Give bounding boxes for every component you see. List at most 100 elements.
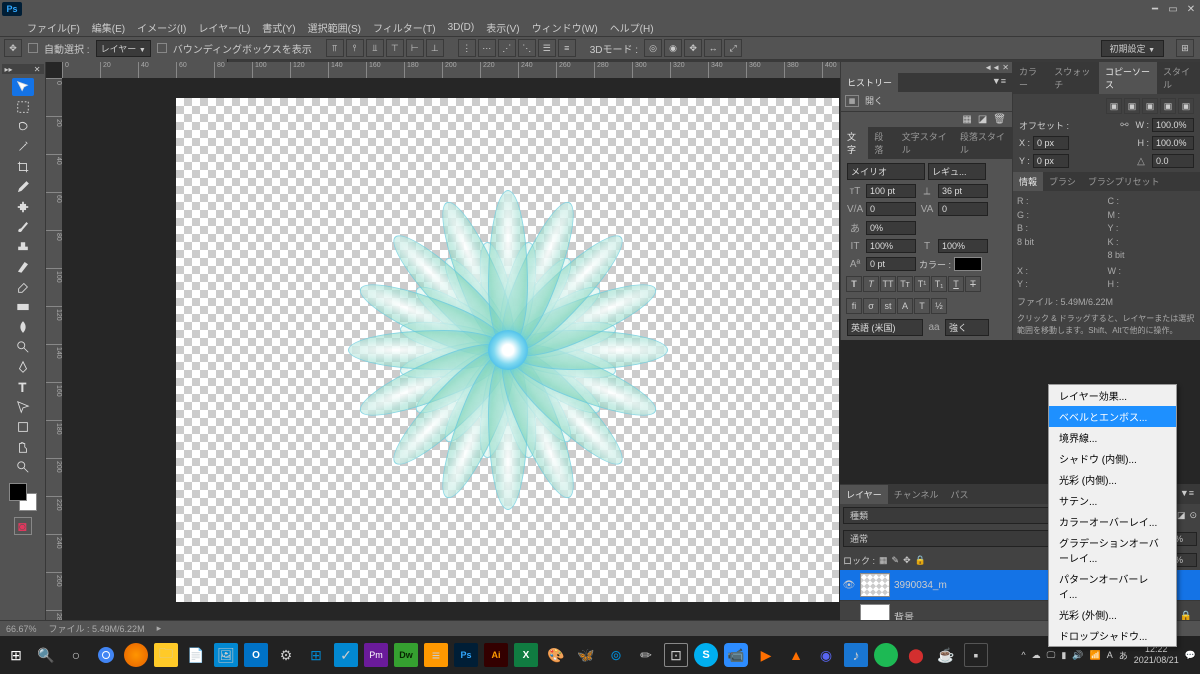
3d-pan-icon[interactable]: ✥ — [684, 39, 702, 57]
font-family[interactable]: メイリオ — [847, 163, 925, 180]
music-icon[interactable]: ♪ — [844, 643, 868, 667]
clone-5-icon[interactable]: ▣ — [1178, 98, 1194, 114]
hand-tool[interactable] — [12, 438, 34, 456]
subscript-button[interactable]: T₁ — [931, 276, 947, 292]
kerning[interactable]: 0 — [866, 202, 916, 216]
auto-select-checkbox[interactable] — [28, 43, 38, 53]
path-tool[interactable] — [12, 398, 34, 416]
canvas[interactable] — [176, 98, 839, 602]
lock-position-icon[interactable]: ✥ — [903, 555, 911, 566]
ctx-outer-glow[interactable]: 光彩 (外側)... — [1049, 604, 1176, 625]
dist-2-icon[interactable]: ⋯ — [478, 39, 496, 57]
baseline-shift[interactable]: 0 pt — [866, 257, 916, 271]
todo-icon[interactable]: ✓ — [334, 643, 358, 667]
menu-3d[interactable]: 3D(D) — [443, 20, 480, 35]
gradient-tool[interactable] — [12, 298, 34, 316]
tray-battery-icon[interactable]: ▮ — [1061, 650, 1066, 661]
ct-button[interactable]: st — [880, 298, 896, 314]
clone-y[interactable]: 0 px — [1033, 154, 1069, 168]
smallcaps-button[interactable]: Tт — [897, 276, 913, 292]
tab-character[interactable]: 文字 — [841, 127, 868, 159]
blur-tool[interactable] — [12, 318, 34, 336]
crop-tool[interactable] — [12, 158, 34, 176]
frac-button[interactable]: ½ — [931, 298, 947, 314]
bold-button[interactable]: T — [846, 276, 862, 292]
panel-menu-icon[interactable]: ▼≡ — [986, 73, 1012, 92]
tab-clonesource[interactable]: コピーソース — [1099, 62, 1157, 94]
aa-select[interactable]: 強く — [945, 319, 989, 336]
tab-channels[interactable]: チャンネル — [888, 485, 945, 504]
3d-roll-icon[interactable]: ◉ — [664, 39, 682, 57]
media-icon[interactable]: ▶ — [754, 643, 778, 667]
menu-select[interactable]: 選択範囲(S) — [303, 18, 366, 37]
clone-w[interactable]: 100.0% — [1152, 118, 1194, 132]
h-scale[interactable]: 100% — [938, 239, 988, 253]
ctx-layer-effects[interactable]: レイヤー効果... — [1049, 385, 1176, 406]
shape-tool[interactable] — [12, 418, 34, 436]
pm-icon[interactable]: Pm — [364, 643, 388, 667]
italic-button[interactable]: T — [863, 276, 879, 292]
panel-collapse-icon[interactable]: ◄◄ ✕ — [984, 63, 1009, 72]
menu-file[interactable]: ファイル(F) — [22, 18, 85, 37]
tray-input-icon[interactable]: あ — [1119, 649, 1128, 662]
eraser-tool[interactable] — [12, 278, 34, 296]
history-new-icon[interactable]: ◪ — [978, 114, 987, 125]
menu-help[interactable]: ヘルプ(H) — [605, 18, 659, 37]
maximize-button[interactable]: ▭ — [1164, 2, 1182, 16]
stamp-tool[interactable] — [12, 238, 34, 256]
dist-5-icon[interactable]: ☰ — [538, 39, 556, 57]
history-brush-tool[interactable] — [12, 258, 34, 276]
tsume[interactable]: 0% — [866, 221, 916, 235]
tab-parastyle[interactable]: 段落スタイル — [954, 127, 1012, 159]
tray-up-icon[interactable]: ^ — [1021, 650, 1025, 660]
menu-image[interactable]: イメージ(I) — [132, 18, 191, 37]
search-icon[interactable]: 🔍 — [34, 643, 58, 667]
dist-1-icon[interactable]: ⋮ — [458, 39, 476, 57]
marquee-tool[interactable] — [12, 98, 34, 116]
clone-x[interactable]: 0 px — [1033, 136, 1069, 150]
ctx-bevel-emboss[interactable]: ベベルとエンボス... — [1049, 406, 1176, 427]
menu-window[interactable]: ウィンドウ(W) — [527, 18, 603, 37]
history-snap-icon[interactable]: ▦ — [962, 114, 971, 125]
tab-charstyle[interactable]: 文字スタイル — [896, 127, 954, 159]
store-icon[interactable]: ⊞ — [304, 643, 328, 667]
clone-1-icon[interactable]: ▣ — [1106, 98, 1122, 114]
align-left-icon[interactable]: ⫪ — [326, 39, 344, 57]
ai-icon[interactable]: Ai — [484, 643, 508, 667]
toolbox-header[interactable]: ▸▸✕ — [2, 64, 44, 74]
close-button[interactable]: ✕ — [1182, 2, 1200, 16]
underline-button[interactable]: T — [948, 276, 964, 292]
menu-filter[interactable]: フィルター(T) — [368, 18, 441, 37]
cup-icon[interactable]: ☕ — [934, 643, 958, 667]
skype-icon[interactable]: S — [694, 643, 718, 667]
eyedropper-tool[interactable] — [12, 178, 34, 196]
tab-brushpreset[interactable]: ブラシプリセット — [1082, 172, 1166, 191]
lock-paint-icon[interactable]: ✎ — [892, 555, 900, 566]
wand-tool[interactable] — [12, 138, 34, 156]
ctx-stroke[interactable]: 境界線... — [1049, 427, 1176, 448]
dw-icon[interactable]: Dw — [394, 643, 418, 667]
zoom-tool[interactable] — [12, 458, 34, 476]
font-style[interactable]: レギュ... — [928, 163, 986, 180]
start-button[interactable]: ⊞ — [4, 643, 28, 667]
auto-select-target[interactable]: レイヤー ▼ — [96, 40, 151, 57]
heal-tool[interactable] — [12, 198, 34, 216]
st-button[interactable]: σ — [863, 298, 879, 314]
minimize-button[interactable]: ━ — [1146, 2, 1164, 16]
menu-view[interactable]: 表示(V) — [481, 18, 524, 37]
tab-layers[interactable]: レイヤー — [840, 485, 888, 504]
firefox-icon[interactable] — [124, 643, 148, 667]
clock[interactable]: 12:22 2021/08/21 — [1134, 644, 1179, 666]
dist-3-icon[interactable]: ⋰ — [498, 39, 516, 57]
align-bottom-icon[interactable]: ⊥ — [426, 39, 444, 57]
pen-tool[interactable] — [12, 358, 34, 376]
paint3d-icon[interactable]: ✏ — [634, 643, 658, 667]
excel-icon[interactable]: X — [514, 643, 538, 667]
text-color-swatch[interactable] — [954, 257, 982, 271]
layer-name[interactable]: 3990034_m — [894, 580, 947, 591]
chrome-icon[interactable] — [94, 643, 118, 667]
ad-button[interactable]: A — [897, 298, 913, 314]
align-right-icon[interactable]: ⫫ — [366, 39, 384, 57]
fi-button[interactable]: fi — [846, 298, 862, 314]
dist-6-icon[interactable]: ≡ — [558, 39, 576, 57]
